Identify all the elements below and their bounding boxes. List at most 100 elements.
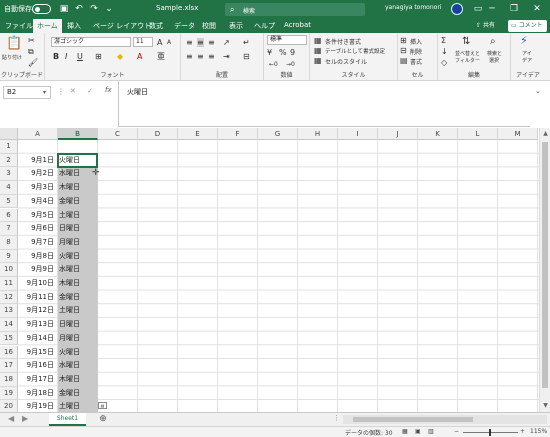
- zoom-level[interactable]: 115%: [530, 428, 547, 435]
- worksheet-grid[interactable]: ABCDEFGHIJKLM 1 2 3 4 5 6 7 8 9 10 11 12 13 14 15 16 17 1…: [0, 128, 539, 412]
- save-icon[interactable]: ▣: [58, 3, 70, 15]
- delete-cells-icon[interactable]: ⊟: [400, 46, 407, 55]
- row-header[interactable]: 11: [0, 277, 18, 291]
- find-select-icon[interactable]: ⌕: [490, 37, 496, 47]
- copy-icon[interactable]: ⧉: [28, 47, 34, 56]
- format-table-icon[interactable]: ▦: [314, 46, 322, 55]
- autosave-toggle[interactable]: [32, 4, 51, 14]
- format-table-button[interactable]: テーブルとして書式設定: [325, 47, 385, 55]
- cell-b[interactable]: 木曜日: [58, 181, 98, 195]
- cell-a[interactable]: 9月16日: [18, 359, 57, 373]
- cell-b[interactable]: 月曜日: [58, 236, 98, 250]
- cell-b[interactable]: 金曜日: [58, 195, 98, 209]
- format-cells-icon[interactable]: ▤: [400, 56, 408, 65]
- column-header-b[interactable]: B: [58, 128, 98, 140]
- tab-split-handle-icon[interactable]: ⋮: [333, 414, 340, 422]
- cell-a[interactable]: 9月17日: [18, 373, 57, 387]
- avatar[interactable]: [451, 3, 463, 15]
- cell-b[interactable]: 日曜日: [58, 318, 98, 332]
- row-header[interactable]: 20: [0, 400, 18, 412]
- cell-styles-button[interactable]: セルのスタイル: [325, 57, 367, 66]
- align-center-icon[interactable]: ≡: [197, 52, 204, 61]
- cell-a[interactable]: 9月11日: [18, 291, 57, 305]
- column-header-a[interactable]: A: [18, 128, 58, 140]
- cell-a[interactable]: 9月4日: [18, 195, 57, 209]
- increase-font-icon[interactable]: A: [157, 38, 162, 47]
- page-layout-view-icon[interactable]: ▣: [415, 428, 421, 435]
- conditional-format-icon[interactable]: ▦: [314, 36, 322, 45]
- share-button[interactable]: ⇧ 共有: [476, 20, 504, 32]
- row-header[interactable]: 19: [0, 386, 18, 401]
- zoom-out-icon[interactable]: −: [454, 428, 459, 435]
- column-header-f[interactable]: F: [218, 128, 258, 140]
- column-header-c[interactable]: C: [98, 128, 138, 140]
- row-header[interactable]: 16: [0, 345, 18, 360]
- row-header[interactable]: 15: [0, 331, 18, 346]
- currency-icon[interactable]: ¥: [267, 48, 272, 57]
- minimize-icon[interactable]: ─: [480, 0, 504, 19]
- cell-b[interactable]: 火曜日: [58, 250, 98, 264]
- sort-filter-label-2[interactable]: フィルター: [455, 57, 480, 64]
- sort-filter-label[interactable]: 並べ替えと: [455, 50, 480, 57]
- number-format-select[interactable]: 標準: [267, 35, 307, 45]
- horizontal-scroll-thumb[interactable]: [353, 417, 473, 422]
- insert-cells-icon[interactable]: ⊞: [400, 36, 407, 45]
- font-color-icon[interactable]: A: [137, 52, 142, 61]
- undo-icon[interactable]: ↶: [73, 3, 85, 15]
- tab-insert[interactable]: 挿入: [67, 21, 81, 31]
- decrease-decimal-icon[interactable]: →0: [286, 60, 295, 69]
- cell-b[interactable]: 木曜日: [58, 277, 98, 291]
- fill-color-icon[interactable]: ◆: [117, 52, 123, 61]
- scroll-down-icon[interactable]: ▼: [540, 402, 550, 409]
- row-header[interactable]: 10: [0, 263, 18, 277]
- prev-sheet-icon[interactable]: ◀: [8, 414, 14, 423]
- cell-a[interactable]: 9月9日: [18, 263, 57, 277]
- bold-icon[interactable]: B: [53, 52, 59, 61]
- customize-toolbar-icon[interactable]: ⌄: [103, 3, 115, 15]
- column-header-i[interactable]: I: [338, 128, 378, 140]
- font-size-select[interactable]: 11: [133, 37, 153, 47]
- select-all-corner[interactable]: [0, 128, 18, 140]
- add-sheet-icon[interactable]: ⊕: [97, 413, 109, 426]
- tab-acrobat[interactable]: Acrobat: [284, 21, 311, 29]
- tab-view[interactable]: 表示: [229, 21, 243, 31]
- ideas-label[interactable]: アイ: [522, 50, 532, 57]
- autofill-options-icon[interactable]: ▤: [98, 402, 107, 409]
- insert-cells-button[interactable]: 挿入: [410, 37, 422, 46]
- tab-review[interactable]: 校閲: [202, 21, 216, 31]
- cell-b[interactable]: 月曜日: [58, 332, 98, 346]
- cell-b[interactable]: 日曜日: [58, 222, 98, 236]
- cell-a[interactable]: 9月5日: [18, 209, 57, 223]
- expand-formula-icon[interactable]: ⌄: [535, 87, 541, 95]
- row-header[interactable]: 3: [0, 167, 18, 182]
- cell-a[interactable]: 9月18日: [18, 387, 57, 401]
- column-header-e[interactable]: E: [178, 128, 218, 140]
- normal-view-icon[interactable]: ▦: [402, 428, 408, 435]
- column-header-h[interactable]: H: [298, 128, 338, 140]
- phonetic-icon[interactable]: 亜: [157, 52, 165, 61]
- column-header-k[interactable]: K: [418, 128, 458, 140]
- column-header-g[interactable]: G: [258, 128, 298, 140]
- cell-a[interactable]: 9月13日: [18, 318, 57, 332]
- restore-icon[interactable]: ❐: [502, 0, 526, 19]
- find-select-label-2[interactable]: 選択: [489, 57, 499, 64]
- format-cells-button[interactable]: 書式: [410, 57, 422, 66]
- row-header[interactable]: 18: [0, 372, 18, 387]
- cell-b[interactable]: 火曜日: [58, 346, 98, 360]
- cell-b[interactable]: 土曜日: [58, 400, 98, 412]
- row-header[interactable]: 1: [0, 140, 18, 154]
- row-header[interactable]: 9: [0, 249, 18, 264]
- cell-a[interactable]: 9月14日: [18, 332, 57, 346]
- find-select-label[interactable]: 検索と: [487, 50, 502, 57]
- cell-a[interactable]: 9月3日: [18, 181, 57, 195]
- paste-label[interactable]: 貼り付け: [2, 54, 22, 61]
- tab-data[interactable]: データ: [174, 21, 195, 31]
- sort-filter-icon[interactable]: ⇅: [462, 37, 470, 47]
- cell-a[interactable]: [18, 140, 57, 154]
- cell-b[interactable]: 土曜日: [58, 209, 98, 223]
- wrap-text-icon[interactable]: ↵: [243, 38, 250, 47]
- vertical-scrollbar[interactable]: ▲ ▼: [539, 128, 550, 412]
- scroll-up-icon[interactable]: ▲: [540, 130, 550, 137]
- row-header[interactable]: 8: [0, 235, 18, 250]
- insert-function-icon[interactable]: fx: [105, 86, 112, 94]
